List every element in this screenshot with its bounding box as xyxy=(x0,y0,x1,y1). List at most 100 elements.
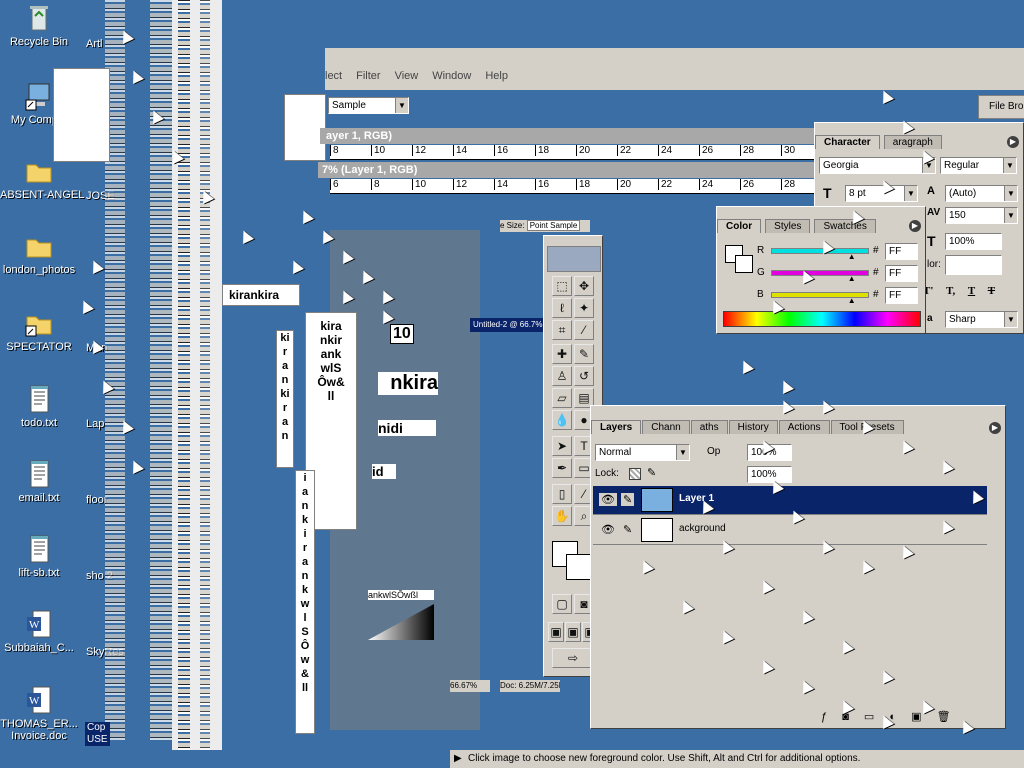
channel-value-input[interactable]: FF xyxy=(885,265,918,282)
desktop-icon[interactable]: Recycle Bin xyxy=(0,2,78,48)
blur-tool[interactable]: 💧 xyxy=(552,410,572,430)
tab-paragraph[interactable]: aragraph xyxy=(883,135,942,149)
layer-row[interactable]: 👁 ✎ ackground xyxy=(593,516,987,545)
background-color-swatch[interactable] xyxy=(566,554,592,580)
brush-tool[interactable]: ✎ xyxy=(574,344,594,364)
eraser-tool[interactable]: ▱ xyxy=(552,388,572,408)
screen-mode-full-menu[interactable]: ▣ xyxy=(565,622,581,642)
new-group-icon[interactable]: ▭ xyxy=(864,711,874,723)
glyph-list[interactable]: i a n k i r a n k w l S Ôw & ll xyxy=(295,470,315,734)
menu-item[interactable]: Filter xyxy=(356,70,380,82)
list-item[interactable]: a xyxy=(296,555,314,569)
desktop-icon[interactable]: email.txt xyxy=(0,458,78,504)
crop-tool[interactable]: ⌗ xyxy=(552,320,572,340)
antialias-select[interactable]: Sharp ▼ xyxy=(945,311,1018,328)
notes-tool[interactable]: ▯ xyxy=(552,484,572,504)
tab-actions[interactable]: Actions xyxy=(778,420,830,434)
list-item[interactable]: i xyxy=(296,471,314,485)
screen-mode-standard[interactable]: ▣ xyxy=(548,622,564,642)
desktop-icon[interactable]: todo.txt xyxy=(0,383,78,429)
desktop-icon[interactable]: SPECTATOR xyxy=(0,307,78,353)
list-item[interactable]: kira xyxy=(306,319,356,333)
tab-color[interactable]: Color xyxy=(717,219,762,233)
list-item[interactable]: a xyxy=(296,485,314,499)
tab-styles[interactable]: Styles xyxy=(765,219,811,233)
leading-select[interactable]: (Auto) ▼ xyxy=(945,185,1018,202)
list-item[interactable]: k xyxy=(296,583,314,597)
list-item[interactable]: k xyxy=(296,513,314,527)
list-item[interactable]: wlS xyxy=(306,361,356,375)
magic-wand-tool[interactable]: ✦ xyxy=(574,298,594,318)
sample-select[interactable]: Sample ▼ xyxy=(328,97,409,114)
channel-value-input[interactable]: FF xyxy=(885,287,918,304)
eye-icon[interactable]: 👁 xyxy=(599,493,617,506)
lasso-tool[interactable]: ℓ xyxy=(552,298,572,318)
list-item[interactable]: n xyxy=(277,373,293,387)
list-item[interactable]: Ô xyxy=(296,639,314,653)
panel-menu-icon[interactable]: ▶ xyxy=(1007,136,1019,148)
tab-character[interactable]: Character xyxy=(815,135,880,149)
list-item[interactable]: r xyxy=(277,401,293,415)
list-item[interactable]: ki xyxy=(277,331,293,345)
tab-history[interactable]: History xyxy=(728,420,778,434)
menu-item[interactable]: View xyxy=(395,70,419,82)
fill-input[interactable]: 100% xyxy=(747,466,792,483)
jump-to-imageready[interactable]: ⇨ xyxy=(552,648,594,668)
lock-transparency-icon[interactable] xyxy=(629,468,641,480)
list-item[interactable]: n xyxy=(296,569,314,583)
text-color-swatch[interactable] xyxy=(945,255,1002,275)
list-item[interactable]: & xyxy=(296,667,314,681)
list-item[interactable]: S xyxy=(296,625,314,639)
slice-tool[interactable]: ⁄ xyxy=(574,320,594,340)
slider-thumb-icon[interactable]: ▲ xyxy=(848,296,856,305)
subscript-button[interactable]: T, xyxy=(946,285,955,297)
desktop-icon-label[interactable]: Lap xyxy=(86,418,104,430)
panel-menu-icon[interactable]: ▶ xyxy=(989,422,1001,434)
list-item[interactable]: w xyxy=(296,597,314,611)
desktop-icon[interactable]: W Subbaiah_C... xyxy=(0,608,78,654)
clone-stamp-tool[interactable]: ♙ xyxy=(552,366,572,386)
tracking-select[interactable]: 150 ▼ xyxy=(945,207,1018,224)
menu-item[interactable]: lect xyxy=(325,70,342,82)
file-browser-button[interactable]: File Bro xyxy=(978,95,1024,119)
move-tool[interactable]: ✥ xyxy=(574,276,594,296)
desktop-icon[interactable]: lift-sb.txt xyxy=(0,533,78,579)
list-item[interactable]: ll xyxy=(306,389,356,403)
font-family-select[interactable]: Georgia ▼ xyxy=(819,157,936,174)
list-item[interactable]: ki xyxy=(277,387,293,401)
list-item[interactable]: i xyxy=(296,527,314,541)
pen-tool[interactable]: ✒ xyxy=(552,458,572,478)
color-background-swatch[interactable] xyxy=(735,255,753,273)
list-item[interactable]: n xyxy=(277,429,293,443)
font-style-select[interactable]: Regular ▼ xyxy=(940,157,1017,174)
tab-layers[interactable]: Layers xyxy=(591,420,642,434)
slider-thumb-icon[interactable]: ▲ xyxy=(848,274,856,283)
hand-tool[interactable]: ✋ xyxy=(552,506,572,526)
channel-value-input[interactable]: FF xyxy=(885,243,918,260)
panel-menu-icon[interactable]: ▶ xyxy=(909,220,921,232)
strikethrough-button[interactable]: T xyxy=(988,285,995,297)
lock-paint-icon[interactable]: ✎ xyxy=(647,466,656,479)
list-item[interactable]: r xyxy=(277,345,293,359)
menu-item[interactable]: Help xyxy=(485,70,508,82)
blend-mode-select[interactable]: Normal ▼ xyxy=(595,444,690,461)
list-item[interactable]: n xyxy=(296,499,314,513)
marquee-tool[interactable]: ⬚ xyxy=(552,276,572,296)
desktop-icon[interactable]: london_photos xyxy=(0,230,78,276)
list-item[interactable]: ank xyxy=(306,347,356,361)
list-item[interactable]: ll xyxy=(296,681,314,695)
horizontal-scale-input[interactable]: 100% xyxy=(945,233,1002,250)
underline-button[interactable]: T xyxy=(968,285,975,297)
new-layer-icon[interactable]: ▣ xyxy=(911,711,921,723)
quick-mask-off[interactable]: ▢ xyxy=(552,594,572,614)
history-brush-tool[interactable]: ↺ xyxy=(574,366,594,386)
list-item[interactable]: Ôw& xyxy=(306,375,356,389)
list-item[interactable]: nkir xyxy=(306,333,356,347)
color-ramp[interactable] xyxy=(723,311,921,327)
menu-item[interactable]: Window xyxy=(432,70,471,82)
desktop-icon-label[interactable]: Artl xyxy=(86,38,103,50)
tab-chann[interactable]: Chann xyxy=(642,420,690,434)
path-selection-tool[interactable]: ➤ xyxy=(552,436,572,456)
tab-swatches[interactable]: Swatches xyxy=(814,219,876,233)
trash-icon[interactable]: 🗑 xyxy=(937,711,951,723)
